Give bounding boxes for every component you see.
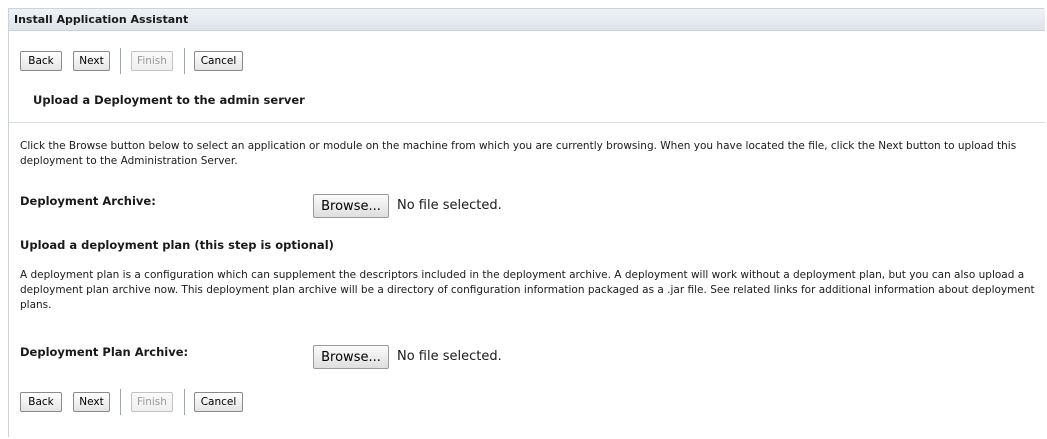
cancel-button[interactable]: Cancel	[194, 51, 243, 71]
deployment-archive-file-status: No file selected.	[397, 198, 502, 213]
title-bar: Install Application Assistant	[9, 9, 1045, 31]
button-separator	[120, 48, 121, 74]
button-separator	[184, 389, 185, 415]
next-button[interactable]: Next	[73, 51, 110, 71]
section-divider	[9, 122, 1045, 123]
deployment-plan-file-status: No file selected.	[397, 349, 502, 364]
button-separator	[184, 48, 185, 74]
button-separator	[120, 389, 121, 415]
next-button[interactable]: Next	[73, 392, 110, 412]
deployment-archive-browse-button[interactable]: Browse...	[313, 194, 389, 218]
back-button[interactable]: Back	[20, 392, 62, 412]
upload-deployment-heading: Upload a Deployment to the admin server	[33, 93, 305, 107]
finish-button[interactable]: Finish	[131, 392, 173, 412]
deployment-plan-archive-label: Deployment Plan Archive:	[20, 345, 189, 359]
plan-description: A deployment plan is a configuration whi…	[20, 269, 1035, 311]
deployment-plan-browse-button[interactable]: Browse...	[313, 345, 389, 369]
window-title: Install Application Assistant	[14, 13, 189, 26]
back-button[interactable]: Back	[20, 51, 62, 71]
finish-button[interactable]: Finish	[131, 51, 173, 71]
deployment-plan-heading: Upload a deployment plan (this step is o…	[20, 238, 334, 252]
upload-description: Click the Browse button below to select …	[20, 140, 1017, 167]
deployment-archive-label: Deployment Archive:	[20, 194, 156, 208]
cancel-button[interactable]: Cancel	[194, 392, 243, 412]
assistant-frame	[8, 8, 1044, 437]
